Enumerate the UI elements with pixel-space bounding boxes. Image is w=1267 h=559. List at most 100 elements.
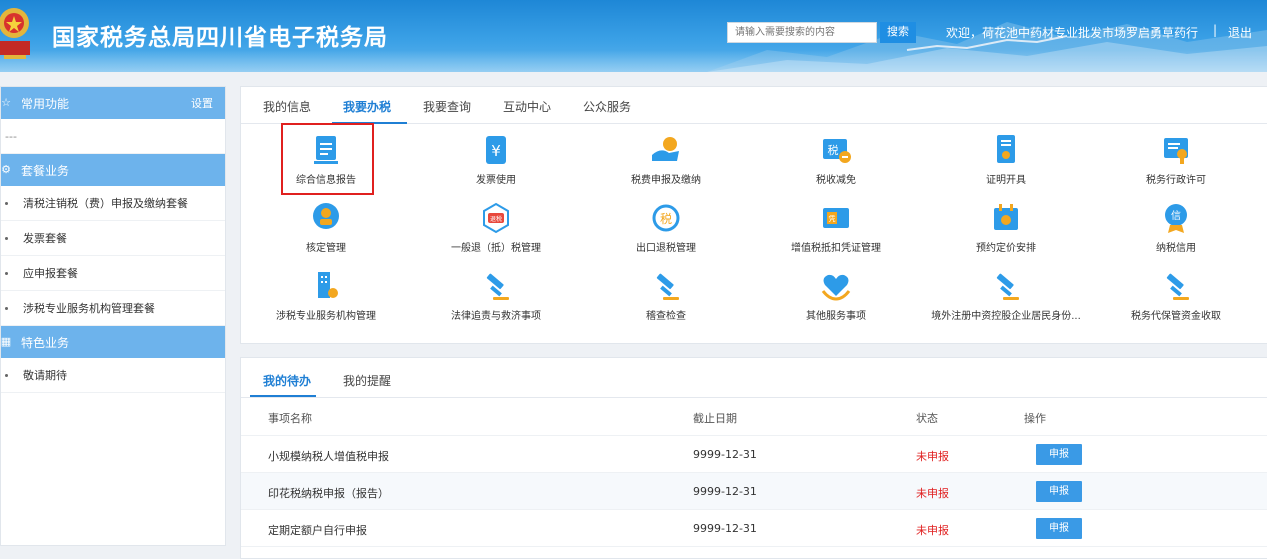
bullet-icon: [5, 201, 8, 205]
tab-interaction[interactable]: 互动中心: [503, 98, 551, 115]
func-label: 其他服务事项: [806, 311, 866, 322]
tab-my-reminders[interactable]: 我的提醒: [343, 372, 391, 389]
tax-emblem-icon: [0, 8, 30, 59]
func-general-refund[interactable]: 退税 一般退（抵）税管理: [411, 201, 581, 254]
certificate-icon: [997, 135, 1015, 163]
func-label: 涉税专业服务机构管理: [276, 311, 376, 322]
func-other-services[interactable]: 其他服务事项: [751, 269, 921, 322]
func-admin-license[interactable]: 税务行政许可: [1091, 133, 1261, 186]
func-legal-remedy[interactable]: 法律追责与救济事项: [411, 269, 581, 322]
sidebar: ☆ 常用功能 设置 --- ⚙ 套餐业务 清税注销税（费）申报及缴纳套餐 发票套…: [0, 86, 226, 546]
func-label: 预约定价安排: [976, 243, 1036, 254]
todo-tabs: 我的待办 我的提醒: [241, 358, 1267, 398]
func-tax-credit[interactable]: 信 纳税信用: [1091, 201, 1261, 254]
approve-icon: [313, 203, 339, 229]
sidebar-item-invoice-package[interactable]: 发票套餐: [1, 221, 225, 256]
logout-link[interactable]: 退出: [1228, 24, 1252, 41]
func-label: 核定管理: [306, 243, 346, 254]
row-name: 定期定额户自行申报: [268, 524, 367, 537]
invoice-icon: ¥: [486, 136, 506, 164]
func-agency-mgmt[interactable]: 涉税专业服务机构管理: [241, 269, 411, 322]
sidebar-item-agency-package[interactable]: 涉税专业服务机构管理套餐: [1, 291, 225, 326]
svg-text:退税: 退税: [490, 215, 502, 223]
sidebar-section-package[interactable]: ⚙ 套餐业务: [1, 154, 225, 186]
svg-text:税: 税: [660, 212, 672, 226]
search-input[interactable]: [727, 22, 877, 43]
func-certificate-issue[interactable]: 证明开具: [921, 133, 1091, 186]
declare-button[interactable]: 申报: [1036, 444, 1082, 465]
func-invoice-use[interactable]: ¥ 发票使用: [411, 133, 581, 186]
func-label: 税收减免: [816, 175, 856, 186]
gavel-icon: [1166, 273, 1189, 300]
calendar-icon: [994, 204, 1018, 230]
tab-my-info[interactable]: 我的信息: [263, 98, 311, 115]
func-label: 稽查检查: [646, 311, 686, 322]
search-button[interactable]: 搜索: [880, 22, 916, 43]
header-wave: [0, 50, 1267, 72]
func-label: 一般退（抵）税管理: [451, 243, 541, 254]
site-header: 国家税务总局四川省电子税务局 搜索 欢迎，荷花池中药材专业批发市场罗启勇草药行 …: [0, 0, 1267, 72]
func-custody-funds[interactable]: 税务代保管资金收取: [1091, 269, 1261, 322]
gavel-icon: [656, 273, 679, 300]
func-label: 法律追责与救济事项: [451, 311, 541, 322]
sidebar-empty-placeholder: ---: [1, 119, 225, 154]
sidebar-item-label: 应申报套餐: [23, 267, 78, 280]
table-header: 事项名称 截止日期 状态 操作: [241, 398, 1267, 436]
row-name: 印花税纳税申报（报告）: [268, 487, 389, 500]
sidebar-item-declare-package[interactable]: 应申报套餐: [1, 256, 225, 291]
heart-icon: [821, 274, 851, 301]
row-name: 小规模纳税人增值税申报: [268, 450, 389, 463]
func-label: 增值税抵扣凭证管理: [791, 243, 881, 254]
gavel-icon: [486, 273, 509, 300]
svg-text:信: 信: [1171, 210, 1181, 222]
func-tax-reduction[interactable]: 税 税收减免: [751, 133, 921, 186]
column-header-status: 状态: [916, 412, 938, 425]
sidebar-item-label: 发票套餐: [23, 232, 67, 245]
func-vat-voucher[interactable]: 凭 增值税抵扣凭证管理: [751, 201, 921, 254]
func-label: 纳税信用: [1156, 243, 1196, 254]
row-deadline: 9999-12-31: [693, 522, 757, 535]
tab-do-tax[interactable]: 我要办税: [343, 98, 391, 115]
settings-link[interactable]: 设置: [191, 95, 213, 111]
func-overseas-resident[interactable]: 境外注册中资控股企业居民身份...: [921, 269, 1091, 322]
declare-button[interactable]: 申报: [1036, 518, 1082, 539]
func-inspection[interactable]: 稽查检查: [581, 269, 751, 322]
svg-text:¥: ¥: [491, 142, 501, 160]
func-label: 发票使用: [476, 175, 516, 186]
func-assessment-mgmt[interactable]: 核定管理: [241, 201, 411, 254]
svg-text:税: 税: [828, 143, 839, 157]
todo-panel: 我的待办 我的提醒 事项名称 截止日期 状态 操作 小规模纳税人增值税申报 99…: [240, 357, 1267, 559]
sidebar-section-special[interactable]: ▦ 特色业务: [1, 326, 225, 358]
func-label: 税务行政许可: [1146, 175, 1206, 186]
sidebar-item-label: 敬请期待: [23, 369, 67, 382]
tab-my-todo[interactable]: 我的待办: [263, 372, 311, 389]
sidebar-item-deregister-package[interactable]: 清税注销税（费）申报及缴纳套餐: [1, 186, 225, 221]
func-tax-declare-pay[interactable]: 税费申报及缴纳: [581, 133, 751, 186]
star-icon: ☆: [1, 96, 11, 109]
svg-text:凭: 凭: [829, 214, 836, 223]
func-label: 税务代保管资金收取: [1131, 311, 1221, 322]
grid-icon: ▦: [0, 335, 12, 348]
sidebar-item-coming-soon[interactable]: 敬请期待: [1, 358, 225, 393]
table-row: 印花税纳税申报（报告） 9999-12-31 未申报 申报: [241, 473, 1267, 510]
column-header-name: 事项名称: [268, 412, 312, 425]
refund-icon: 退税: [483, 202, 509, 234]
row-status: 未申报: [916, 450, 949, 463]
declare-button[interactable]: 申报: [1036, 481, 1082, 502]
header-separator: |: [1213, 23, 1218, 37]
bullet-icon: [5, 236, 8, 240]
column-header-deadline: 截止日期: [693, 412, 737, 425]
gavel-icon: [996, 273, 1019, 300]
tab-query[interactable]: 我要查询: [423, 98, 471, 115]
table-row: 定期定额户自行申报 9999-12-31 未申报 申报: [241, 510, 1267, 547]
func-pricing-arrangement[interactable]: 预约定价安排: [921, 201, 1091, 254]
section-title: 套餐业务: [21, 163, 70, 178]
sidebar-item-label: 清税注销税（费）申报及缴纳套餐: [23, 197, 188, 210]
credit-icon: 信: [1165, 204, 1187, 233]
row-deadline: 9999-12-31: [693, 485, 757, 498]
tab-public-service[interactable]: 公众服务: [583, 98, 631, 115]
sidebar-section-common[interactable]: ☆ 常用功能 设置: [1, 87, 225, 119]
func-export-refund[interactable]: 税 出口退税管理: [581, 201, 751, 254]
active-tab-indicator: [250, 395, 316, 397]
main-tabs: 我的信息 我要办税 我要查询 互动中心 公众服务: [241, 87, 1267, 124]
